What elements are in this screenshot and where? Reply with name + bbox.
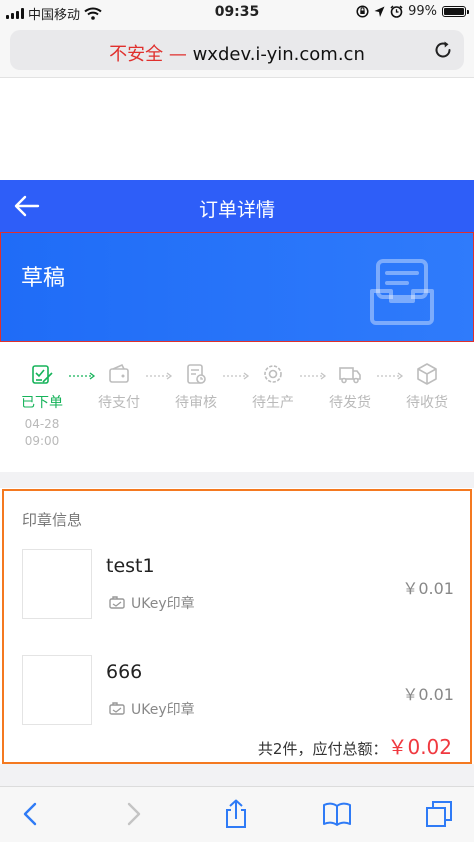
review-icon	[187, 364, 206, 384]
order-status: 草稿	[21, 266, 66, 291]
url-host: wxdev.i-yin.com.cn	[192, 44, 365, 65]
seal-name: 666	[106, 661, 143, 683]
step-pending-shipment: 待发货	[320, 362, 380, 412]
seal-info-card: 印章信息 test1 UKey印章 ￥0.01 666 UKey印章 ￥0.01…	[2, 489, 472, 764]
back-icon[interactable]	[16, 799, 46, 829]
step-label: 已下单	[21, 395, 63, 411]
status-bar: 中国移动 09:35 99%	[0, 0, 474, 26]
share-icon[interactable]	[221, 799, 251, 829]
gear-icon	[264, 365, 282, 383]
ukey-icon	[109, 596, 125, 609]
package-icon	[417, 363, 437, 385]
orientation-lock-icon	[356, 5, 369, 18]
page-title: 订单详情	[198, 199, 275, 221]
wallet-icon	[109, 363, 129, 383]
blank-area	[0, 79, 474, 180]
step-label: 待发货	[329, 395, 371, 411]
seal-price: ￥0.01	[402, 579, 454, 598]
step-label: 待审核	[175, 395, 217, 411]
bookmarks-icon[interactable]	[322, 799, 352, 829]
step-date: 04-28 09:00	[12, 416, 72, 450]
seal-thumbnail	[22, 655, 92, 725]
url-display[interactable]: 不安全 — wxdev.i-yin.com.cn	[10, 40, 464, 66]
screen: 中国移动 09:35 99% 不安全 — wxdev.i-yin.com.cn …	[0, 0, 474, 842]
summary-label: 共2件，应付总额：	[257, 740, 388, 758]
bottom-spacer	[0, 764, 474, 786]
seal-type: UKey印章	[108, 699, 195, 719]
order-progress-steps: 已下单 04-28 09:00 待支付 待审核 待生产 待发货 待收货	[0, 342, 474, 472]
battery-icon	[442, 6, 469, 17]
step-date-time: 09:00	[24, 434, 60, 448]
order-total: ￥0.02	[387, 735, 452, 759]
order-status-banner: 草稿	[0, 232, 474, 342]
location-icon	[374, 6, 385, 17]
insecure-warning: 不安全 —	[109, 44, 187, 65]
section-divider	[0, 472, 474, 488]
seal-name: test1	[106, 555, 155, 577]
section-title: 印章信息	[22, 511, 83, 529]
ukey-icon	[109, 702, 125, 715]
step-pending-review: 待审核	[166, 362, 226, 412]
seal-type: UKey印章	[108, 593, 195, 613]
forward-icon[interactable]	[118, 799, 148, 829]
seal-item[interactable]: test1 UKey印章 ￥0.01	[22, 549, 454, 621]
reload-icon[interactable]	[432, 39, 454, 61]
order-summary: 共2件，应付总额：￥0.02	[258, 731, 452, 760]
step-pending-production: 待生产	[243, 362, 303, 412]
battery-percent: 99%	[408, 4, 437, 19]
address-bar[interactable]: 不安全 — wxdev.i-yin.com.cn	[10, 30, 464, 70]
inbox-draft-icon	[370, 259, 434, 325]
order-placed-icon	[32, 365, 53, 384]
browser-address-area: 不安全 — wxdev.i-yin.com.cn	[0, 26, 474, 78]
step-label: 待支付	[98, 395, 140, 411]
step-order-placed: 已下单 04-28 09:00	[12, 362, 72, 450]
seal-type-label: UKey印章	[131, 596, 195, 612]
step-date-day: 04-28	[24, 417, 60, 431]
truck-icon	[339, 367, 361, 384]
browser-toolbar	[0, 786, 474, 842]
app-header: 订单详情	[0, 180, 474, 232]
step-label: 待收货	[406, 395, 448, 411]
tabs-icon[interactable]	[424, 799, 454, 829]
alarm-icon	[390, 5, 403, 18]
seal-price: ￥0.01	[402, 685, 454, 704]
status-right: 99%	[356, 4, 469, 19]
step-pending-payment: 待支付	[89, 362, 149, 412]
battery-level	[444, 8, 464, 15]
seal-item[interactable]: 666 UKey印章 ￥0.01	[22, 655, 454, 727]
seal-thumbnail	[22, 549, 92, 619]
step-label: 待生产	[252, 395, 294, 411]
seal-type-label: UKey印章	[131, 702, 195, 718]
step-pending-receipt: 待收货	[397, 362, 457, 412]
